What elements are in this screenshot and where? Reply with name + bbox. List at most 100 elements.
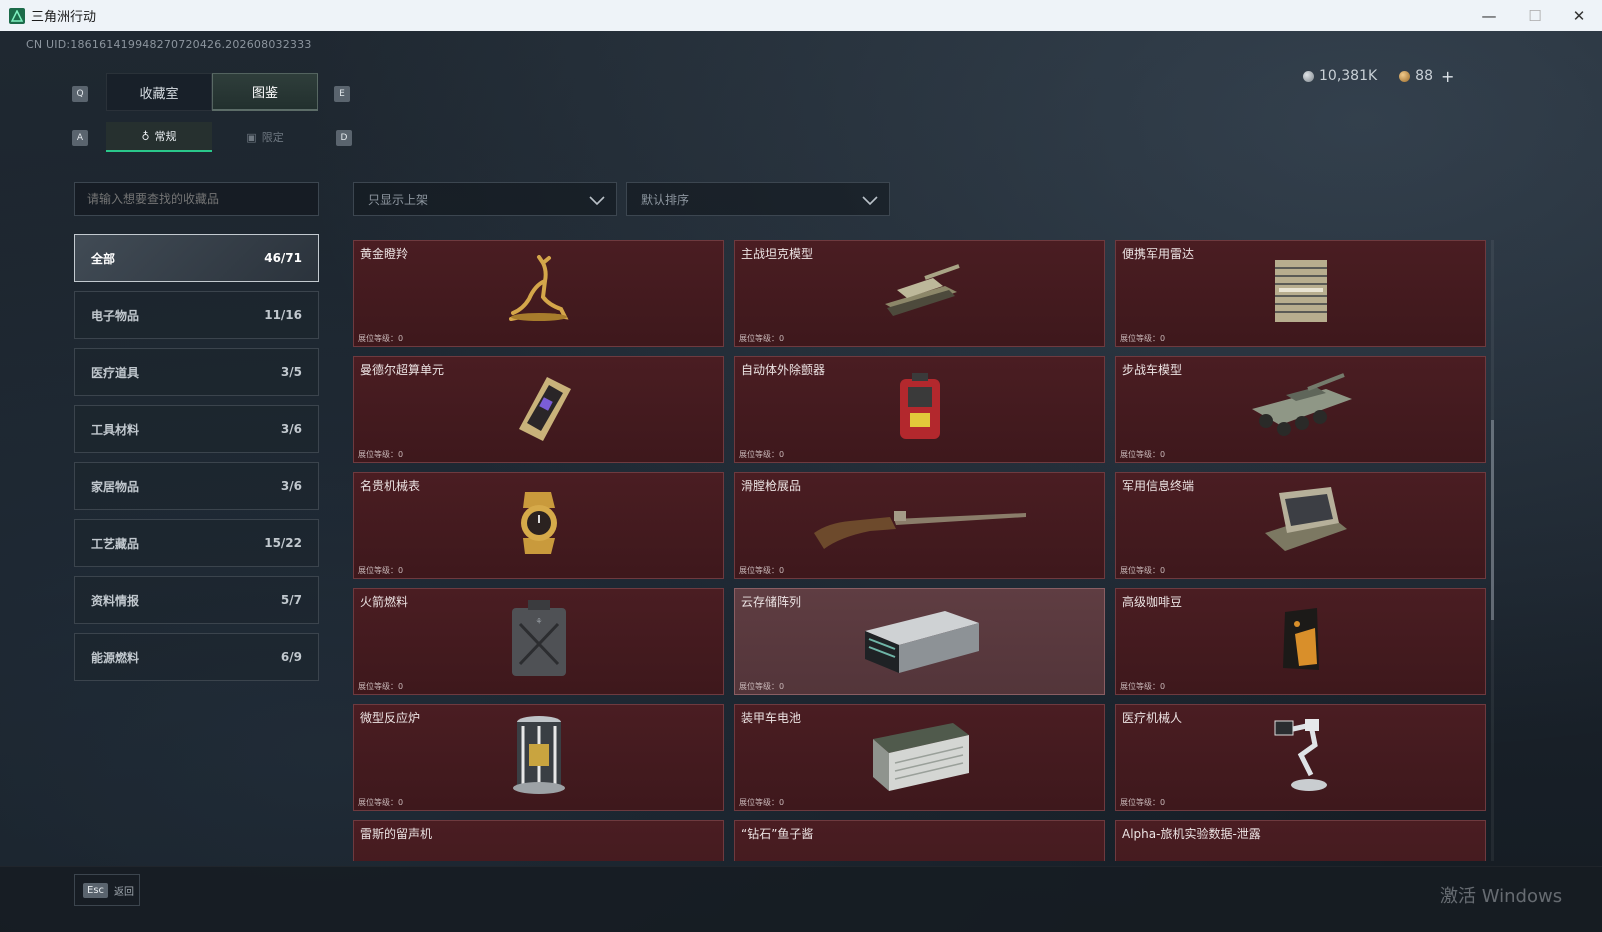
collection-card[interactable]: 云存储阵列 展位等级：0 — [734, 588, 1105, 695]
item-name: 滑膛枪展品 — [741, 479, 802, 493]
category-count: 6/9 — [280, 650, 302, 664]
item-name: 雷斯的留声机 — [360, 827, 433, 841]
gold-gazelle-icon — [499, 255, 579, 331]
svg-text:⚘: ⚘ — [535, 617, 542, 626]
category-label: 工艺藏品 — [91, 536, 140, 551]
collection-card[interactable]: 曼德尔超算单元 展位等级：0 — [353, 356, 724, 463]
category-label: 家居物品 — [91, 479, 140, 494]
subtab-regular-label: 常规 — [154, 130, 177, 143]
maximize-button[interactable]: ☐ — [1512, 0, 1558, 31]
collection-card[interactable]: 雷斯的留声机展位等级：0 — [353, 820, 724, 861]
item-name: 便携军用雷达 — [1122, 247, 1195, 261]
booth-level: 展位等级：0 — [739, 450, 785, 459]
add-currency-button[interactable]: + — [1441, 67, 1454, 86]
booth-level: 展位等级：0 — [739, 566, 785, 575]
category-intel[interactable]: 资料情报 5/7 — [74, 576, 319, 624]
key-hint-d: D — [336, 130, 352, 146]
key-hint-a: A — [72, 130, 88, 146]
musket-icon — [810, 493, 1030, 557]
close-button[interactable]: ✕ — [1556, 0, 1602, 31]
item-name: 步战车模型 — [1122, 363, 1183, 377]
medical-robot-icon — [1271, 715, 1331, 799]
radar-icon — [1261, 256, 1341, 330]
sub-tabs: ♁ 常规 ▣ 限定 — [106, 122, 318, 152]
category-fuel[interactable]: 能源燃料 6/9 — [74, 633, 319, 681]
category-tools[interactable]: 工具材料 3/6 — [74, 405, 319, 453]
category-label: 医疗道具 — [91, 365, 140, 380]
caviar-icon — [890, 851, 950, 861]
collection-card[interactable]: 自动体外除颤器展位等级：0 — [734, 356, 1105, 463]
search-box[interactable] — [74, 182, 319, 216]
key-hint-e: E — [334, 86, 350, 102]
shelf-filter-dropdown[interactable]: 只显示上架 — [353, 182, 617, 216]
booth-level: 展位等级：0 — [358, 682, 404, 691]
defibrillator-icon — [892, 369, 948, 449]
battery-icon — [865, 715, 975, 799]
collection-card[interactable]: 名贵机械表展位等级：0 — [353, 472, 724, 579]
booth-level: 展位等级：0 — [1120, 566, 1166, 575]
collection-card[interactable]: 火箭燃料 ⚘ 展位等级：0 — [353, 588, 724, 695]
subtab-limited-label: 限定 — [261, 131, 284, 144]
subtab-limited[interactable]: ▣ 限定 — [212, 122, 318, 152]
booth-level: 展位等级：0 — [1120, 798, 1166, 807]
tab-collection-room[interactable]: 收藏室 — [106, 73, 212, 111]
tab-codex[interactable]: 图鉴 — [212, 73, 318, 111]
collection-card[interactable]: 高级咖啡豆 展位等级：0 — [1115, 588, 1486, 695]
collection-card[interactable]: 主战坦克模型 展位等级：0 — [734, 240, 1105, 347]
collection-card[interactable]: Alpha-旅机实验数据-泄露展位等级：0 — [1115, 820, 1486, 861]
category-all[interactable]: 全部 46/71 — [74, 234, 319, 282]
scrollbar-thumb[interactable] — [1491, 420, 1494, 620]
limited-icon: ▣ — [246, 130, 257, 144]
window-title: 三角洲行动 — [31, 10, 97, 25]
collection-card[interactable]: “钻石”鱼子酱展位等级：0 — [734, 820, 1105, 861]
esc-key-hint: Esc — [83, 882, 109, 898]
category-list: 全部 46/71 电子物品 11/16 医疗道具 3/5 工具材料 3/6 家居物品 3/… — [74, 234, 319, 690]
collection-card[interactable]: 微型反应炉 展位等级：0 — [353, 704, 724, 811]
back-button[interactable]: Esc 返回 — [74, 874, 140, 906]
category-count: 3/5 — [280, 365, 302, 379]
item-name: 装甲车电池 — [741, 711, 802, 725]
search-input[interactable] — [87, 192, 318, 206]
storage-array-icon — [855, 601, 985, 681]
collection-card[interactable]: 滑膛枪展品展位等级：0 — [734, 472, 1105, 579]
booth-level: 展位等级：0 — [358, 334, 404, 343]
collection-card[interactable]: 装甲车电池 展位等级：0 — [734, 704, 1105, 811]
item-name: 主战坦克模型 — [741, 247, 814, 261]
category-label: 电子物品 — [91, 308, 140, 323]
booth-level: 展位等级：0 — [1120, 334, 1166, 343]
collection-card[interactable]: 军用信息终端展位等级：0 — [1115, 472, 1486, 579]
collection-card[interactable]: 步战车模型 展位等级：0 — [1115, 356, 1486, 463]
item-name: 自动体外除颤器 — [741, 363, 826, 377]
chevron-down-icon — [589, 196, 605, 206]
coffee-bag-icon — [1279, 604, 1323, 678]
category-electronics[interactable]: 电子物品 11/16 — [74, 291, 319, 339]
collection-card[interactable]: 黄金瞪羚展位等级：0 — [353, 240, 724, 347]
item-name: 军用信息终端 — [1122, 479, 1195, 493]
category-count: 15/22 — [264, 536, 302, 550]
item-name: 黄金瞪羚 — [360, 247, 409, 261]
collection-grid-viewport[interactable]: 黄金瞪羚 展位等级：0 主战坦克模型 展位等级：0 便携军用雷达 展位等级：0 曼德尔超算单… — [353, 240, 1486, 861]
category-medical[interactable]: 医疗道具 3/5 — [74, 348, 319, 396]
gramophone-icon — [509, 851, 569, 861]
category-label: 工具材料 — [91, 422, 140, 437]
game-viewport: CN UID:18616141994827072042​6.2026080323… — [0, 31, 1602, 932]
minimize-button[interactable]: — — [1466, 0, 1512, 31]
supercomputer-chip-icon — [499, 369, 579, 449]
collection-card[interactable]: 便携军用雷达展位等级：0 — [1115, 240, 1486, 347]
gold-coin-icon — [1399, 70, 1411, 82]
grid-scrollbar[interactable] — [1491, 240, 1494, 861]
item-name: 名贵机械表 — [360, 479, 421, 493]
activation-watermark: 激活 Windows — [1440, 886, 1563, 907]
tank-model-icon — [875, 256, 965, 330]
sort-dropdown[interactable]: 默认排序 — [626, 182, 890, 216]
item-name: 曼德尔超算单元 — [360, 363, 445, 377]
reactor-icon — [507, 712, 571, 802]
subtab-regular[interactable]: ♁ 常规 — [106, 122, 212, 152]
window-titlebar: 三角洲行动 — ☐ ✕ — [0, 0, 1602, 31]
ifv-model-icon — [1246, 369, 1356, 449]
category-crafts[interactable]: 工艺藏品 15/22 — [74, 519, 319, 567]
booth-level: 展位等级：0 — [358, 566, 404, 575]
data-icon — [1271, 851, 1331, 861]
collection-card[interactable]: 医疗机械人 展位等级：0 — [1115, 704, 1486, 811]
category-household[interactable]: 家居物品 3/6 — [74, 462, 319, 510]
